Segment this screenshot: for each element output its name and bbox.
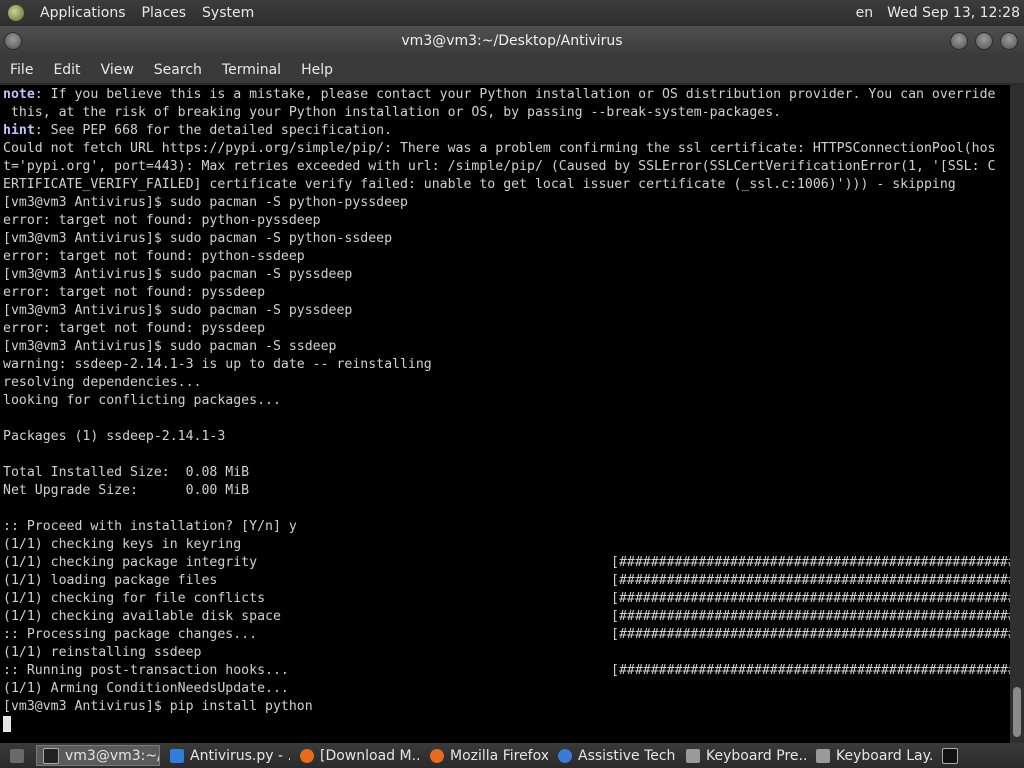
taskbar-item[interactable]: Keyboard Lay... xyxy=(810,745,934,766)
scrollbar-thumb[interactable] xyxy=(1013,687,1021,737)
workspace-switcher[interactable] xyxy=(936,745,958,766)
terminal-line: [vm3@vm3 Antivirus]$ sudo pacman -S ssde… xyxy=(3,339,337,354)
terminal-line: [vm3@vm3 Antivirus]$ sudo pacman -S pyth… xyxy=(3,195,408,210)
taskbar-item-label: Keyboard Lay... xyxy=(836,747,934,764)
terminal-line: Net Upgrade Size: 0.00 MiB xyxy=(3,483,250,498)
taskbar-item[interactable]: Antivirus.py - ... xyxy=(164,745,290,766)
firefox-icon xyxy=(300,748,314,763)
taskbar-item-label: Mozilla Firefox xyxy=(450,747,548,764)
progress-bar: [#######################################… xyxy=(611,591,1010,606)
keyboard-icon xyxy=(686,748,700,763)
progress-bar: [#######################################… xyxy=(611,609,1010,624)
terminal-line: [vm3@vm3 Antivirus]$ sudo pacman -S pyth… xyxy=(3,231,393,246)
window-title: vm3@vm3:~/Desktop/Antivirus xyxy=(401,33,623,49)
progress-bar: [#######################################… xyxy=(611,663,1010,678)
terminal-menubar: File Edit View Search Terminal Help xyxy=(0,56,1024,83)
window-titlebar[interactable]: vm3@vm3:~/Desktop/Antivirus xyxy=(0,26,1024,56)
desktop-icon xyxy=(10,748,24,763)
terminal-line: (1/1) checking keys in keyring xyxy=(3,537,242,552)
keyboard-layout-indicator[interactable]: en xyxy=(856,5,874,21)
taskbar-item-label: [Download M... xyxy=(320,747,420,764)
progress-bar: [#######################################… xyxy=(611,573,1010,588)
taskbar-item[interactable]: [Download M... xyxy=(294,745,420,766)
terminal-icon xyxy=(43,747,59,764)
taskbar-item-label: Antivirus.py - ... xyxy=(190,747,290,764)
taskbar-item-label: Assistive Tech... xyxy=(578,747,676,764)
hint-label: hint xyxy=(3,123,35,138)
progress-bar: [#######################################… xyxy=(611,627,1010,642)
bottom-taskbar: vm3@vm3:~/... Antivirus.py - ... [Download… xyxy=(0,743,1024,768)
terminal-line: ERTIFICATE_VERIFY_FAILED] certificate ve… xyxy=(3,177,956,192)
taskbar-item[interactable]: Keyboard Pre... xyxy=(680,745,806,766)
terminal-line: (1/1) checking available disk space xyxy=(3,609,281,624)
terminal-line: error: target not found: pyssdeep xyxy=(3,285,266,300)
top-panel: Applications Places System en Wed Sep 13… xyxy=(0,0,1024,26)
top-panel-status: en Wed Sep 13, 12:28 xyxy=(842,0,1020,26)
terminal-area[interactable]: note: If you believe this is a mistake, … xyxy=(0,85,1010,743)
terminal-line: Could not fetch URL https://pypi.org/sim… xyxy=(3,141,996,156)
text-cursor xyxy=(3,716,11,732)
menu-file[interactable]: File xyxy=(10,62,33,78)
distro-logo-icon[interactable] xyxy=(8,5,24,21)
note-label: note xyxy=(3,87,35,102)
keyboard-icon xyxy=(816,748,830,763)
terminal-line: Total Installed Size: 0.08 MiB xyxy=(3,465,250,480)
taskbar-item[interactable]: Mozilla Firefox xyxy=(424,745,548,766)
clock[interactable]: Wed Sep 13, 12:28 xyxy=(887,5,1020,21)
terminal-line: :: Proceed with installation? [Y/n] y xyxy=(3,519,297,534)
note-text-1: : If you believe this is a mistake, plea… xyxy=(34,87,996,102)
terminal-line: error: target not found: python-pyssdeep xyxy=(3,213,321,228)
progress-bars: [#######################################… xyxy=(611,554,1010,680)
terminal-line: t='pypi.org', port=443): Max retries exc… xyxy=(3,159,996,174)
terminal-line: error: target not found: pyssdeep xyxy=(3,321,266,336)
terminal-line: (1/1) Arming ConditionNeedsUpdate... xyxy=(3,681,289,696)
hint-text: : See PEP 668 for the detailed specifica… xyxy=(34,123,393,138)
terminal-line: (1/1) reinstalling ssdeep xyxy=(3,645,202,660)
terminal-line: Packages (1) ssdeep-2.14.1-3 xyxy=(3,429,226,444)
progress-bar: [#######################################… xyxy=(611,555,1010,570)
menu-edit[interactable]: Edit xyxy=(53,62,80,78)
terminal-line: (1/1) loading package files xyxy=(3,573,218,588)
system-menu[interactable]: System xyxy=(202,5,254,21)
terminal-line: (1/1) checking package integrity xyxy=(3,555,258,570)
terminal-line: error: target not found: python-ssdeep xyxy=(3,249,305,264)
menu-view[interactable]: View xyxy=(101,62,134,78)
taskbar-item-label: Keyboard Pre... xyxy=(706,747,806,764)
accessibility-icon xyxy=(558,748,572,763)
terminal-line: [vm3@vm3 Antivirus]$ pip install python xyxy=(3,699,313,714)
vscode-icon xyxy=(170,748,184,763)
show-desktop-button[interactable] xyxy=(4,745,28,766)
menu-search[interactable]: Search xyxy=(154,62,202,78)
terminal-line: (1/1) checking for file conflicts xyxy=(3,591,266,606)
terminal-line: :: Running post-transaction hooks... xyxy=(3,663,289,678)
note-text-2: this, at the risk of breaking your Pytho… xyxy=(3,105,782,120)
taskbar-item[interactable]: Assistive Tech... xyxy=(552,745,676,766)
menu-terminal[interactable]: Terminal xyxy=(222,62,281,78)
top-panel-menus: Applications Places System xyxy=(8,0,270,26)
terminal-line: [vm3@vm3 Antivirus]$ sudo pacman -S pyss… xyxy=(3,267,353,282)
menu-help[interactable]: Help xyxy=(301,62,333,78)
taskbar-item[interactable]: vm3@vm3:~/... xyxy=(36,745,160,766)
firefox-icon xyxy=(430,748,444,763)
terminal-line: resolving dependencies... xyxy=(3,375,202,390)
terminal-line: :: Processing package changes... xyxy=(3,627,258,642)
terminal-icon xyxy=(942,747,958,764)
close-button[interactable] xyxy=(1000,32,1018,50)
terminal-line: [vm3@vm3 Antivirus]$ sudo pacman -S pyss… xyxy=(3,303,353,318)
terminal-line: looking for conflicting packages... xyxy=(3,393,281,408)
applications-menu[interactable]: Applications xyxy=(40,5,126,21)
terminal-line: warning: ssdeep-2.14.1-3 is up to date -… xyxy=(3,357,432,372)
minimize-button[interactable] xyxy=(950,32,968,50)
terminal-scrollbar[interactable] xyxy=(1010,85,1024,743)
places-menu[interactable]: Places xyxy=(142,5,187,21)
taskbar-item-label: vm3@vm3:~/... xyxy=(65,747,159,764)
maximize-button[interactable] xyxy=(975,32,993,50)
